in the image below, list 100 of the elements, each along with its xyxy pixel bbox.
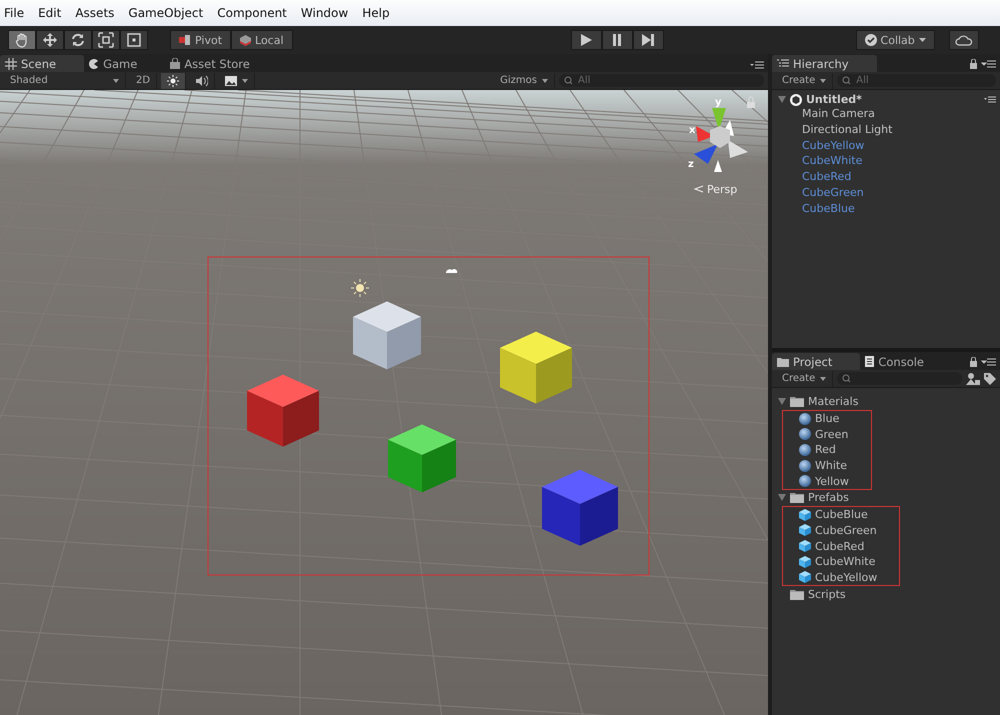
panel-tab[interactable]: Project <box>772 353 860 370</box>
asset-item[interactable]: CubeRed <box>815 540 864 553</box>
move-tool-button[interactable] <box>36 30 64 50</box>
menu-item[interactable]: File <box>4 6 24 20</box>
search-field[interactable]: All <box>559 74 764 87</box>
speaker-icon <box>196 74 208 86</box>
menu-item[interactable]: Help <box>362 6 390 20</box>
menu-item[interactable]: Window <box>300 6 348 20</box>
menu-item[interactable]: Edit <box>38 6 62 20</box>
step-button[interactable] <box>632 30 664 50</box>
panel-tab[interactable]: Console <box>860 353 952 370</box>
sphere-icon <box>799 475 811 488</box>
image-icon <box>225 76 238 86</box>
sphere-icon <box>799 412 811 425</box>
hierarchy-tab[interactable]: Hierarchy <box>772 55 877 72</box>
pacman-icon <box>89 58 100 68</box>
scale-icon <box>98 32 114 48</box>
menu-icon[interactable] <box>984 96 996 103</box>
expand-arrow-icon[interactable] <box>778 96 786 103</box>
folder-item[interactable]: Materials <box>808 395 858 408</box>
check-icon <box>864 34 877 46</box>
search-field[interactable] <box>837 372 962 385</box>
collab-button[interactable]: Collab <box>856 30 935 50</box>
pivot-icon <box>179 35 191 45</box>
folder-item[interactable]: Scripts <box>808 588 846 601</box>
pause-button[interactable] <box>602 30 633 50</box>
expand-arrow-icon[interactable] <box>778 398 786 406</box>
asset-item[interactable]: Blue <box>815 412 840 426</box>
lock-icon[interactable] <box>970 59 996 69</box>
scene-viewport[interactable]: y x z Persp <box>0 90 768 715</box>
axis-label: z <box>688 159 694 170</box>
panel-tab[interactable]: Asset Store <box>165 55 278 72</box>
cube-drawing <box>353 301 421 370</box>
panel-tab[interactable]: Game <box>84 55 166 72</box>
list-icon <box>777 59 789 68</box>
rect-tool-button[interactable] <box>120 30 148 50</box>
local-button[interactable]: Local <box>231 30 293 50</box>
step-icon <box>641 33 656 47</box>
bag-icon <box>170 58 180 69</box>
play-button[interactable] <box>570 30 602 50</box>
hierarchy-item[interactable]: CubeRed <box>772 169 1000 185</box>
panel-menu-icon[interactable] <box>750 61 764 69</box>
hierarchy-item[interactable]: Main Camera <box>772 106 1000 122</box>
asset-item[interactable]: White <box>815 459 847 472</box>
shading-dropdown[interactable]: Shaded <box>4 72 126 88</box>
orientation-gizmo[interactable] <box>694 108 748 172</box>
play-icon <box>579 33 594 47</box>
cube-drawing <box>388 424 456 492</box>
hand-tool-button[interactable] <box>8 30 36 50</box>
cube-icon <box>799 540 811 552</box>
cube-icon <box>799 556 811 568</box>
caret-icon <box>242 78 248 82</box>
panel-tab[interactable]: Scene <box>0 55 84 72</box>
cube-icon <box>799 571 811 584</box>
search-field[interactable]: All <box>837 74 996 87</box>
asset-item[interactable]: CubeWhite <box>815 555 876 568</box>
create-dropdown[interactable]: Create <box>776 72 834 88</box>
sphere-icon <box>799 444 811 456</box>
scene-name[interactable]: Untitled* <box>806 93 862 106</box>
scale-tool-button[interactable] <box>92 30 120 50</box>
rotate-tool-button[interactable] <box>64 30 92 50</box>
move-icon <box>42 32 58 48</box>
folder-icon <box>790 492 804 504</box>
caret-icon <box>542 78 548 82</box>
sun-icon <box>167 74 180 86</box>
lock-icon[interactable] <box>970 357 996 367</box>
pivot-button[interactable]: Pivot <box>170 30 232 50</box>
cube-icon <box>799 508 811 521</box>
lighting-toggle[interactable] <box>161 72 186 88</box>
caret-icon <box>113 78 119 82</box>
expand-arrow-icon[interactable] <box>778 494 786 502</box>
hierarchy-item[interactable]: CubeWhite <box>772 153 1000 170</box>
hierarchy-item[interactable]: CubeGreen <box>772 184 1000 201</box>
light-icon <box>350 278 370 298</box>
asset-item[interactable]: CubeGreen <box>815 524 877 537</box>
folder-item[interactable]: Prefabs <box>808 491 849 504</box>
menu-item[interactable]: Assets <box>75 6 114 20</box>
caret-icon <box>820 78 826 82</box>
hierarchy-item[interactable]: Directional Light <box>772 122 1000 138</box>
cube-icon <box>799 524 811 536</box>
cube-icon <box>240 34 252 46</box>
hierarchy-item[interactable]: CubeBlue <box>772 200 1000 217</box>
axis-label: x <box>689 125 696 136</box>
menu-item[interactable]: Component <box>217 6 287 20</box>
2d-toggle[interactable]: 2D <box>130 72 158 88</box>
tag-icon[interactable] <box>984 372 996 384</box>
projection-label[interactable]: Persp <box>707 183 738 196</box>
asset-item[interactable]: Green <box>815 428 848 441</box>
sphere-icon <box>799 428 811 440</box>
hierarchy-item[interactable]: CubeYellow <box>772 138 1000 154</box>
asset-item[interactable]: CubeYellow <box>815 570 878 584</box>
filter-type-icon[interactable] <box>966 372 980 384</box>
asset-item[interactable]: Red <box>815 443 836 456</box>
asset-item[interactable]: CubeBlue <box>815 508 868 522</box>
menu-item[interactable]: GameObject <box>128 6 204 20</box>
rotate-icon <box>70 32 86 48</box>
asset-item[interactable]: Yellow <box>815 474 849 488</box>
perspective-icon <box>694 186 704 192</box>
gizmos-dropdown[interactable]: Gizmos <box>494 72 555 88</box>
cloud-button[interactable] <box>948 30 979 50</box>
